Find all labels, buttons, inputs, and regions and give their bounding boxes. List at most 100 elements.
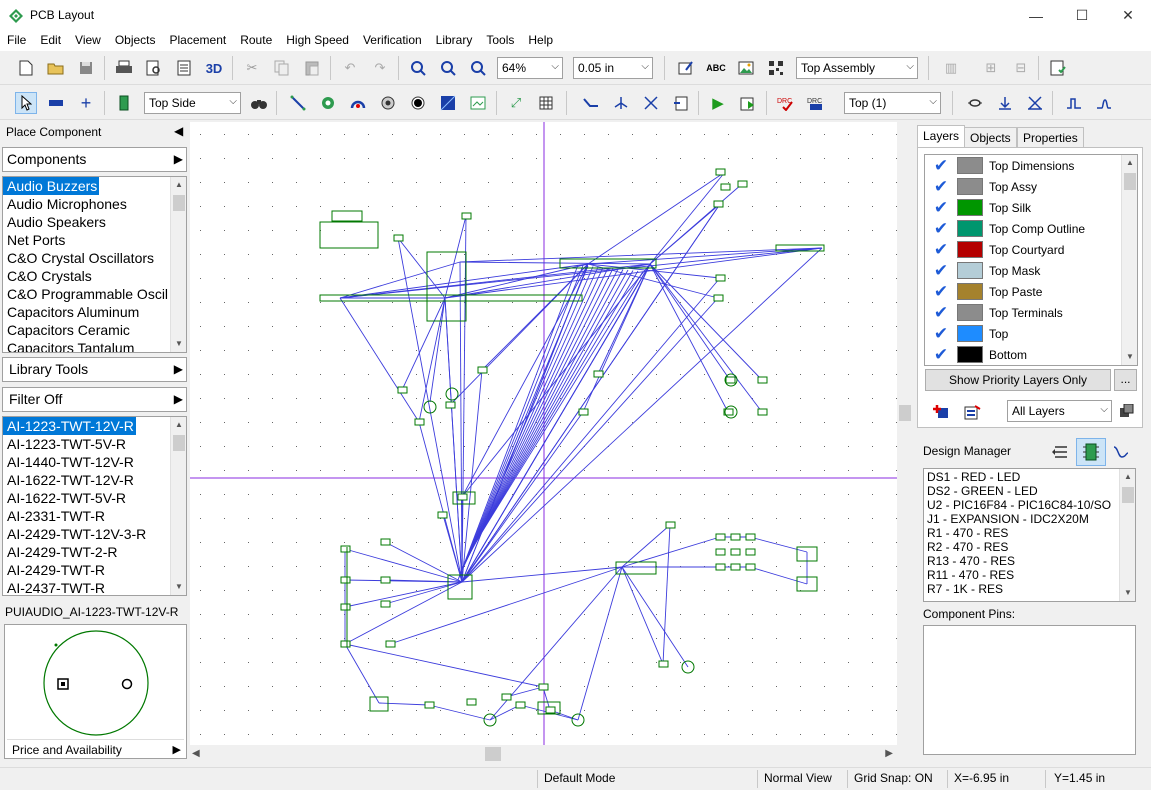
scroll-down-icon[interactable]: ▼ [1122, 349, 1137, 365]
zoom-fit-icon[interactable] [467, 57, 489, 79]
copper-pour-icon[interactable] [437, 92, 459, 114]
table-icon[interactable] [535, 92, 557, 114]
layer-visible-checkbox[interactable]: ✔ [929, 219, 953, 238]
menu-verification[interactable]: Verification [356, 31, 429, 51]
library-tools-header[interactable]: Library Tools ▶ [2, 357, 187, 382]
list-item[interactable]: Audio Buzzers [3, 177, 100, 195]
menu-library[interactable]: Library [429, 31, 480, 51]
collapse-panel-icon[interactable]: ◀ [174, 124, 183, 138]
menu-file[interactable]: File [0, 31, 33, 51]
list-item[interactable]: Capacitors Tantalum [3, 339, 186, 352]
dm-list-icon[interactable] [1051, 443, 1069, 461]
close-button[interactable]: ✕ [1105, 0, 1151, 31]
layer-color-swatch[interactable] [957, 346, 983, 363]
trace-icon[interactable] [287, 92, 309, 114]
maximize-button[interactable]: ☐ [1059, 0, 1105, 31]
grid-size-select[interactable]: 0.05 in ⌵ [573, 57, 653, 79]
fanout-icon[interactable] [610, 92, 632, 114]
align-icon[interactable]: ▥ [940, 57, 962, 79]
layer-visible-checkbox[interactable]: ✔ [929, 261, 953, 280]
layer-row[interactable]: ✔ Top Courtyard [925, 239, 1117, 260]
design-items-scrollbar[interactable]: ▲ ▼ [1119, 469, 1135, 601]
layer-visible-checkbox[interactable]: ✔ [929, 303, 953, 322]
layer-row[interactable]: ✔ Top Terminals [925, 302, 1117, 323]
dm-components-button[interactable] [1076, 438, 1106, 466]
scroll-thumb[interactable] [485, 747, 501, 761]
list-item[interactable]: Audio Speakers [3, 213, 186, 231]
layer-color-swatch[interactable] [957, 241, 983, 258]
part-scrollbar[interactable]: ▲ ▼ [170, 417, 186, 595]
layer-color-swatch[interactable] [957, 304, 983, 321]
measure-icon[interactable] [45, 92, 67, 114]
layer-row[interactable]: ✔ Top Paste [925, 281, 1117, 302]
list-item[interactable]: AI-2331-TWT-R [3, 507, 186, 525]
list-item[interactable]: DS1 - RED - LED [924, 470, 1135, 484]
dimension-icon[interactable]: ⤢ [505, 92, 527, 114]
drc-settings-icon[interactable]: DRC [805, 92, 827, 114]
menu-help[interactable]: Help [521, 31, 560, 51]
list-item[interactable]: R1 - 470 - RES [924, 526, 1135, 540]
print-icon[interactable] [113, 57, 135, 79]
layer-swap-icon[interactable] [964, 92, 986, 114]
crosshair-icon[interactable]: + [75, 92, 97, 114]
layer-row[interactable]: ✔ Top Mask [925, 260, 1117, 281]
list-item[interactable]: AI-1622-TWT-12V-R [3, 471, 186, 489]
active-layer-select[interactable]: Top (1) ⌵ [844, 92, 941, 114]
pcb-canvas[interactable] [190, 122, 897, 745]
layer-row[interactable]: ✔ Top [925, 323, 1117, 344]
list-item[interactable]: AI-1223-TWT-5V-R [3, 435, 186, 453]
run-autorouter-icon[interactable]: ▶ [707, 92, 729, 114]
layer-color-swatch[interactable] [957, 178, 983, 195]
list-item[interactable]: AI-2429-TWT-12V-3-R [3, 525, 186, 543]
layer-visible-checkbox[interactable]: ✔ [929, 282, 953, 301]
tab-properties[interactable]: Properties [1017, 127, 1084, 147]
list-item[interactable]: C&O Crystals [3, 267, 186, 285]
list-item[interactable]: Capacitors Aluminum [3, 303, 186, 321]
ungroup-icon[interactable]: ⊟ [1010, 57, 1032, 79]
scroll-thumb[interactable] [899, 405, 911, 421]
layer-visible-checkbox[interactable]: ✔ [929, 345, 953, 364]
layer-row[interactable]: ✔ Top Comp Outline [925, 218, 1117, 239]
arc-icon[interactable] [347, 92, 369, 114]
edit-layers-icon[interactable] [964, 404, 982, 420]
copy-icon[interactable] [271, 57, 293, 79]
scroll-down-icon[interactable]: ▼ [1120, 585, 1135, 601]
3d-view-button[interactable]: 3D [203, 57, 225, 79]
layer-visible-checkbox[interactable]: ✔ [929, 240, 953, 259]
layer-color-swatch[interactable] [957, 157, 983, 174]
tab-objects[interactable]: Objects [964, 127, 1017, 147]
menu-edit[interactable]: Edit [33, 31, 68, 51]
undo-icon[interactable]: ↶ [339, 57, 361, 79]
list-item[interactable]: R13 - 470 - RES [924, 554, 1135, 568]
graphic-icon[interactable] [467, 92, 489, 114]
layer-filter-select[interactable]: All Layers ⌵ [1007, 400, 1112, 422]
open-folder-icon[interactable] [45, 57, 67, 79]
signal-high-icon[interactable] [1063, 92, 1085, 114]
scroll-down-icon[interactable]: ▼ [171, 579, 186, 595]
layer-color-swatch[interactable] [957, 262, 983, 279]
components-header[interactable]: Components ▶ [2, 147, 187, 172]
zoom-out-icon[interactable] [437, 57, 459, 79]
unroute-icon[interactable] [640, 92, 662, 114]
canvas-horizontal-scrollbar[interactable]: ◀ ▶ [190, 745, 897, 763]
more-options-button[interactable]: ... [1114, 369, 1137, 391]
price-availability-button[interactable]: Price and Availability ▶ [7, 739, 184, 758]
list-item[interactable]: AI-1622-TWT-5V-R [3, 489, 186, 507]
list-item[interactable]: C&O Crystal Oscillators [3, 249, 186, 267]
component-icon[interactable] [113, 92, 135, 114]
list-item[interactable]: AI-2429-TWT-R [3, 561, 186, 579]
checklist-icon[interactable] [1047, 57, 1069, 79]
category-scrollbar[interactable]: ▲ ▼ [170, 177, 186, 352]
add-layer-icon[interactable] [932, 404, 950, 420]
layer-flip-icon[interactable] [1024, 92, 1046, 114]
report-icon[interactable] [173, 57, 195, 79]
paste-icon[interactable] [301, 57, 323, 79]
assembly-view-select[interactable]: Top Assembly ⌵ [796, 57, 918, 79]
autoroute-settings-icon[interactable] [737, 92, 759, 114]
qr-code-icon[interactable] [765, 57, 787, 79]
scroll-right-icon[interactable]: ▶ [885, 748, 893, 759]
minimize-button[interactable]: — [1013, 0, 1059, 31]
list-item[interactable]: AI-1440-TWT-12V-R [3, 453, 186, 471]
layer-color-swatch[interactable] [957, 325, 983, 342]
layer-color-swatch[interactable] [957, 199, 983, 216]
